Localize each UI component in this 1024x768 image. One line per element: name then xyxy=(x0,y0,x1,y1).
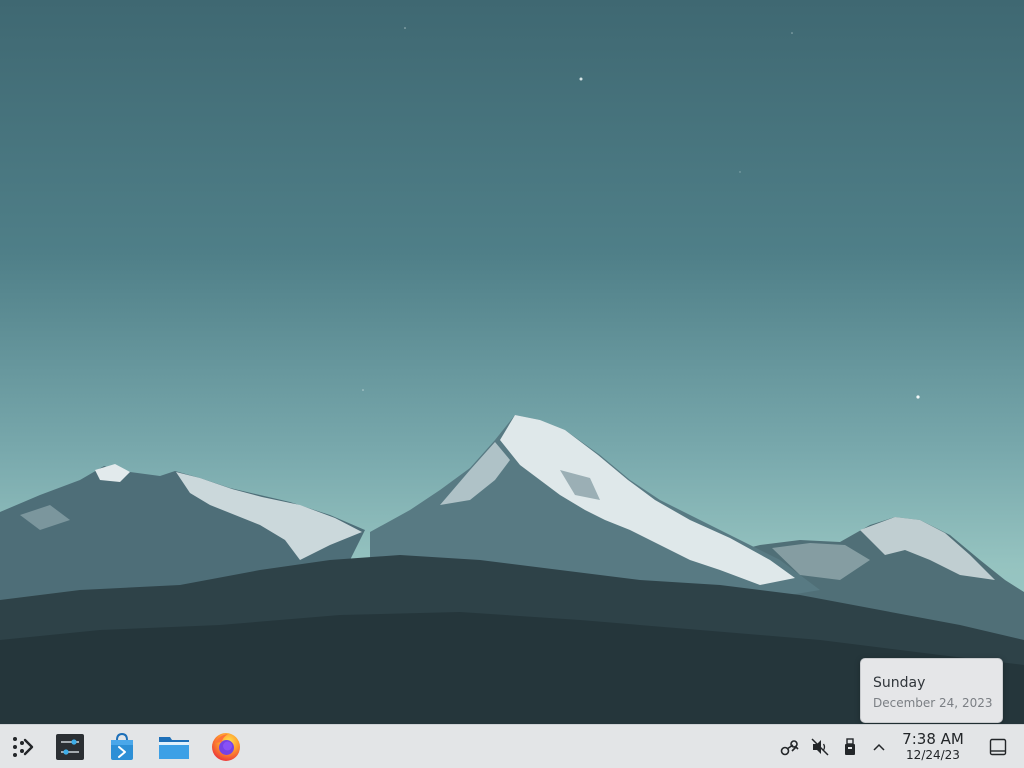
folder-icon xyxy=(159,736,189,759)
clock-time: 7:38 AM xyxy=(902,730,964,748)
desktop-wallpaper xyxy=(0,0,1024,724)
firefox-icon xyxy=(212,732,240,761)
digital-clock[interactable]: 7:38 AM 12/24/23 xyxy=(896,730,970,763)
tray-steam[interactable] xyxy=(778,725,802,768)
tray-removable-devices[interactable] xyxy=(838,725,862,768)
tray-expand-button[interactable] xyxy=(867,725,891,768)
application-launcher-icon xyxy=(13,736,34,757)
clock-date: 12/24/23 xyxy=(906,748,960,762)
taskbar-dolphin[interactable] xyxy=(154,725,194,768)
chevron-up-icon xyxy=(873,743,885,751)
mountain-wallpaper xyxy=(0,27,1024,724)
store-bag-icon xyxy=(111,732,133,760)
usb-drive-icon xyxy=(845,737,855,755)
tooltip-full-date: December 24, 2023 xyxy=(873,696,993,710)
taskbar-panel: 7:38 AM 12/24/23 xyxy=(0,724,1024,768)
tray-volume[interactable] xyxy=(808,725,832,768)
tooltip-day: Sunday xyxy=(873,675,926,691)
settings-sliders-icon xyxy=(56,733,84,760)
steam-icon xyxy=(780,739,799,755)
show-desktop-icon xyxy=(989,738,1007,755)
taskbar-discover[interactable] xyxy=(102,725,142,768)
taskbar-firefox[interactable] xyxy=(206,725,246,768)
show-desktop-button[interactable] xyxy=(984,725,1012,768)
application-launcher-button[interactable] xyxy=(4,725,40,768)
clock-tooltip: Sunday December 24, 2023 xyxy=(860,658,1003,723)
volume-muted-icon xyxy=(811,737,829,756)
taskbar-system-settings[interactable] xyxy=(50,725,90,768)
